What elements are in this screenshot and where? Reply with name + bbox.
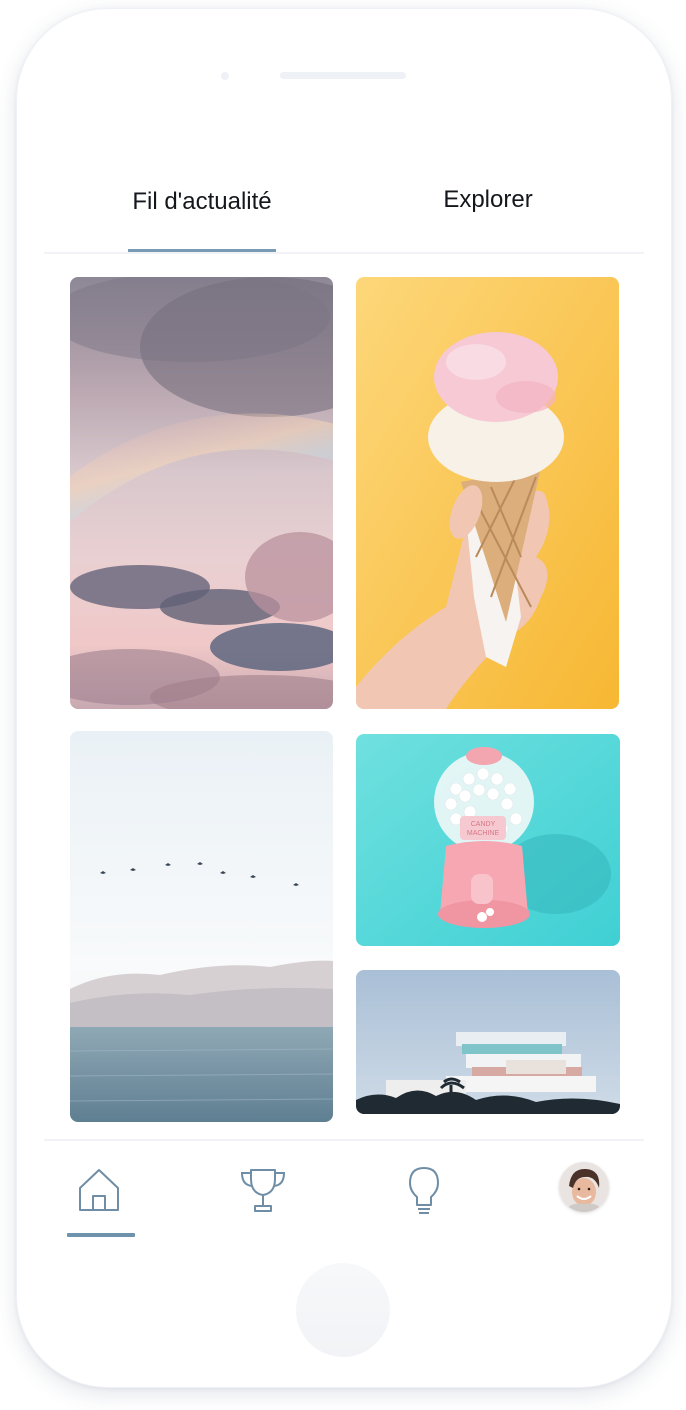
gumball-machine-image: CANDY MACHINE xyxy=(356,734,620,946)
trophy-icon xyxy=(240,1169,286,1212)
nav-ideas[interactable] xyxy=(389,1158,459,1222)
front-camera xyxy=(221,72,229,80)
active-nav-indicator xyxy=(67,1233,135,1237)
feed-card-sea[interactable] xyxy=(70,731,333,1122)
avatar-photo xyxy=(559,1162,609,1212)
tab-explore-label: Explorer xyxy=(443,186,533,213)
nav-home[interactable] xyxy=(64,1158,134,1222)
profile-avatar[interactable] xyxy=(559,1162,609,1212)
nav-trophies[interactable] xyxy=(228,1158,298,1222)
gumball-label-line2: MACHINE xyxy=(467,830,500,837)
tab-explore[interactable]: Explorer xyxy=(424,180,552,252)
hardware-home-button[interactable] xyxy=(296,1263,390,1357)
building-image xyxy=(356,970,620,1114)
sky-clouds-image xyxy=(70,277,333,709)
speaker-grille xyxy=(280,72,406,79)
home-icon xyxy=(79,1169,119,1211)
sea-birds-image xyxy=(70,731,333,1122)
top-tab-bar: Fil d'actualité Explorer xyxy=(44,180,644,254)
feed-card-sky[interactable] xyxy=(70,277,333,709)
feed-card-building[interactable] xyxy=(356,970,620,1114)
feed-card-gumball[interactable]: CANDY MACHINE xyxy=(356,734,620,946)
feed-card-ice-cream[interactable] xyxy=(356,277,619,709)
gumball-label-line1: CANDY xyxy=(471,821,496,828)
tab-bar-divider xyxy=(44,252,644,254)
ice-cream-image xyxy=(356,277,619,709)
tab-feed-label: Fil d'actualité xyxy=(132,188,272,215)
bottom-nav-divider xyxy=(44,1139,644,1141)
lightbulb-icon xyxy=(409,1167,439,1214)
tab-feed[interactable]: Fil d'actualité xyxy=(128,180,276,252)
